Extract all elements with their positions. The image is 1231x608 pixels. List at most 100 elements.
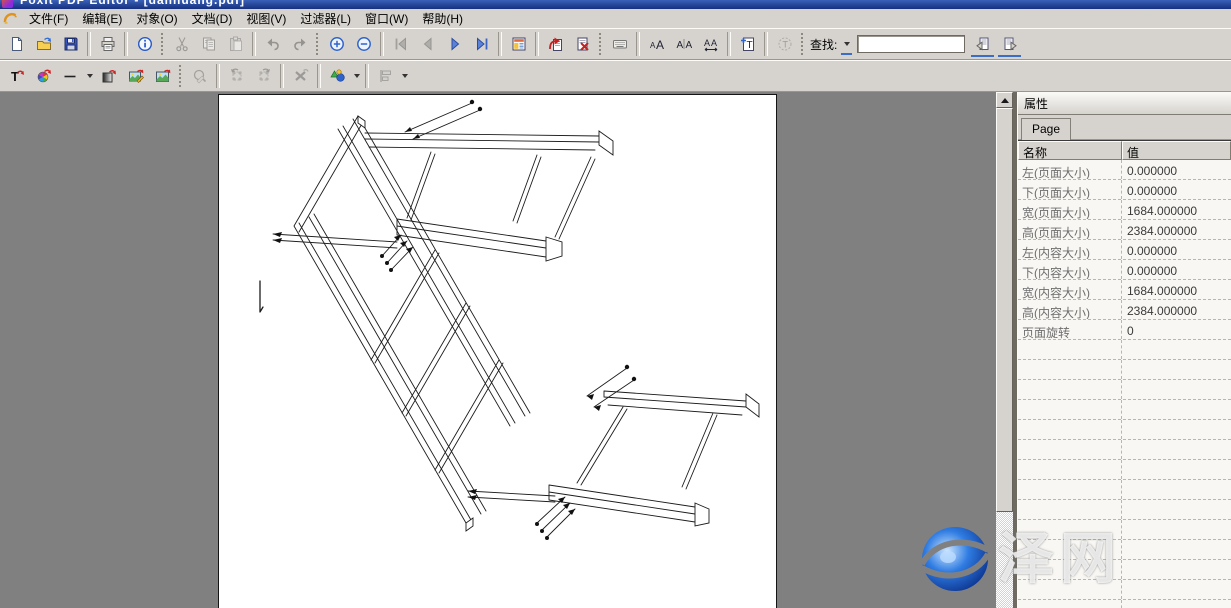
property-row[interactable]: 高(内容大小)2384.000000 [1018,300,1231,320]
svg-text:T: T [746,40,752,51]
svg-text:A: A [704,38,710,48]
shapes-button-dropdown[interactable] [351,64,362,89]
last-page-button[interactable] [468,32,495,57]
document-info-button[interactable] [131,32,158,57]
property-value[interactable]: 0.000000 [1122,260,1231,279]
property-row[interactable]: 页面旋转0 [1018,320,1231,340]
page-layout-button[interactable] [505,32,532,57]
properties-grid: 名称 值 左(页面大小)0.000000下(页面大小)0.000000宽(页面大… [1018,140,1231,608]
property-name [1018,580,1122,599]
undo-button[interactable] [259,32,286,57]
property-value [1122,440,1231,459]
save-button[interactable] [57,32,84,57]
property-value[interactable]: 2384.000000 [1122,220,1231,239]
property-value[interactable]: 0.000000 [1122,160,1231,179]
text-circle-button[interactable]: T [771,32,798,57]
property-value[interactable]: 1684.000000 [1122,280,1231,299]
toolbar-drag-handle[interactable] [599,33,601,55]
font-scale-button[interactable]: AA [697,32,724,57]
new-file-button[interactable] [3,32,30,57]
find-history-dropdown[interactable] [840,33,853,55]
svg-text:A: A [685,40,692,51]
zoom-out-button[interactable] [350,32,377,57]
print-button[interactable] [94,32,121,57]
open-file-button[interactable] [30,32,57,57]
vertical-scrollbar[interactable] [996,92,1013,608]
rotate-left-button[interactable] [223,64,250,89]
scrollbar-thumb[interactable] [996,108,1013,512]
delete-page-button[interactable] [569,32,596,57]
align-button-dropdown[interactable] [399,64,410,89]
gradient-button[interactable] [95,64,122,89]
edit-image-button[interactable] [122,64,149,89]
property-row[interactable]: 左(页面大小)0.000000 [1018,160,1231,180]
find-back-icon [975,36,991,52]
copy-button[interactable] [195,32,222,57]
toolbar-drag-handle[interactable] [801,33,803,55]
delete-object-button[interactable] [287,64,314,89]
find-next-button[interactable] [996,32,1023,57]
redo-button[interactable] [286,32,313,57]
shapes-button[interactable] [324,64,351,89]
find-input[interactable] [857,35,965,53]
toolbar-separator [87,32,91,56]
empty-row [1018,400,1231,420]
empty-row [1018,380,1231,400]
menu-help[interactable]: 帮助(H) [415,8,470,29]
tab-page[interactable]: Page [1021,118,1071,140]
menu-window[interactable]: 窗口(W) [358,8,415,29]
property-value[interactable]: 0 [1122,320,1231,339]
cut-button[interactable] [168,32,195,57]
scroll-up-button[interactable] [996,92,1013,108]
insert-page-button[interactable] [542,32,569,57]
align-button[interactable] [372,64,399,89]
pdf-page[interactable] [218,94,777,608]
column-header-name[interactable]: 名称 [1018,141,1122,160]
property-row[interactable]: 左(内容大小)0.000000 [1018,240,1231,260]
application-window: Foxit PDF Editor - [danhuang.pdf] 文件(F)编… [0,0,1231,608]
document-app-icon [3,11,18,26]
rotate-right-button[interactable] [250,64,277,89]
font-kerning-button[interactable]: AA [670,32,697,57]
add-text-button[interactable]: T [734,32,761,57]
property-name: 左(页面大小) [1018,160,1122,179]
paste-button[interactable] [222,32,249,57]
toolbar-drag-handle[interactable] [161,33,163,55]
menu-filter[interactable]: 过滤器(L) [293,8,358,29]
property-value [1122,360,1231,379]
menu-edit[interactable]: 编辑(E) [75,8,129,29]
line-style-button[interactable] [57,64,84,89]
first-page-button[interactable] [387,32,414,57]
soft-keyboard-button[interactable] [606,32,633,57]
find-previous-button[interactable] [969,32,996,57]
font-size-button[interactable]: AA [643,32,670,57]
property-row[interactable]: 高(页面大小)2384.000000 [1018,220,1231,240]
menu-view[interactable]: 视图(V) [239,8,293,29]
line-style-button-dropdown[interactable] [84,64,95,89]
zoom-in-button[interactable] [323,32,350,57]
property-name [1018,600,1122,608]
property-row[interactable]: 下(内容大小)0.000000 [1018,260,1231,280]
insert-image-button[interactable] [149,64,176,89]
column-header-value[interactable]: 值 [1122,141,1231,160]
cut-icon [174,36,190,52]
property-value[interactable]: 1684.000000 [1122,200,1231,219]
menu-file[interactable]: 文件(F) [22,8,75,29]
toolbar-drag-handle[interactable] [316,33,318,55]
prev-page-button[interactable] [414,32,441,57]
edit-text-button[interactable]: T [3,64,30,89]
menu-object[interactable]: 对象(O) [129,8,184,29]
property-row[interactable]: 宽(页面大小)1684.000000 [1018,200,1231,220]
toolbar-drag-handle[interactable] [179,65,181,87]
property-value[interactable]: 2384.000000 [1122,300,1231,319]
property-value[interactable]: 0.000000 [1122,180,1231,199]
document-canvas[interactable] [0,92,996,608]
select-zoom-button[interactable] [186,64,213,89]
property-row[interactable]: 下(页面大小)0.000000 [1018,180,1231,200]
property-value[interactable]: 0.000000 [1122,240,1231,259]
next-page-button[interactable] [441,32,468,57]
menu-document[interactable]: 文档(D) [185,8,240,29]
edit-color-button[interactable] [30,64,57,89]
property-row[interactable]: 宽(内容大小)1684.000000 [1018,280,1231,300]
main-toolbar: AAAAAATT查找: [0,28,1231,60]
